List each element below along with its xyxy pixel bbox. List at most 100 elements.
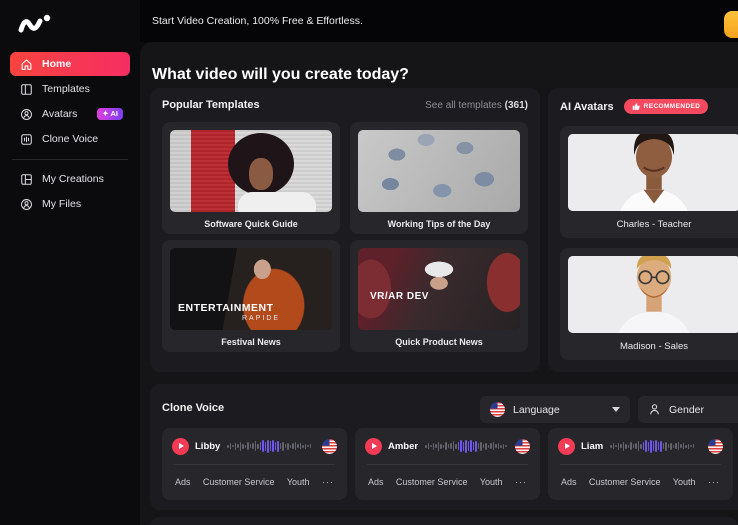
voice-row: Libby [162,428,347,464]
more-tags-icon[interactable]: ··· [515,477,527,487]
audio-waveform [425,439,508,453]
clone-voice-panel: Clone Voice Language Gender Libby [150,384,738,510]
sidebar-nav: Home Templates Avatars ✦ AI [0,52,140,217]
avatar-caption: Madison - Sales [568,341,738,352]
thumbnail-overlay-subtext: RAPIDE [242,315,280,322]
voice-tags: Ads Customer Service Youth ··· [162,465,347,499]
sidebar-item-label: Clone Voice [42,133,98,145]
language-dropdown-label: Language [513,404,560,416]
play-button[interactable] [558,438,575,455]
voice-row: Liam [548,428,733,464]
sidebar-item-label: My Creations [42,173,104,185]
page-title: What video will you create today? [152,66,409,84]
avatar-caption: Charles - Teacher [568,219,738,230]
thumbnail-overlay-text: ENTERTAINMENT [178,302,274,314]
audio-waveform [227,439,315,453]
ai-feature-badge: ✦ AI [97,108,123,120]
gender-dropdown-label: Gender [669,404,704,416]
templates-icon [20,83,33,96]
voice-card-liam[interactable]: Liam Ads Customer Service Youth ··· [548,428,733,500]
play-icon [565,443,570,449]
see-all-label: See all templates [425,100,502,111]
sidebar-item-label: My Files [42,198,81,210]
app-logo[interactable] [15,9,55,37]
next-section-panel [150,517,738,525]
us-flag-icon [708,439,723,454]
clone-voice-title: Clone Voice [162,402,224,414]
sidebar-item-templates[interactable]: Templates [10,77,130,101]
language-dropdown[interactable]: Language [480,396,630,423]
home-icon [20,58,33,71]
ai-avatars-header: AI Avatars RECOMMENDED [548,88,738,114]
ai-avatars-title: AI Avatars [560,101,614,113]
see-all-templates-link[interactable]: See all templates (361) [425,100,528,111]
avatar-card-madison[interactable]: Madison - Sales [560,248,738,360]
thumbnail-overlay-text: VR/AR DEV [370,291,429,302]
voice-tag: Ads [561,477,577,487]
popular-templates-title: Popular Templates [162,99,260,111]
us-flag-icon [515,439,530,454]
audio-waveform [610,439,701,453]
templates-count: (361) [505,100,528,111]
template-thumbnail: ENTERTAINMENT RAPIDE [170,248,332,330]
voice-name: Liam [581,441,603,452]
template-card-working-tips[interactable]: Working Tips of the Day [350,122,528,234]
voice-card-libby[interactable]: Libby Ads Customer Service Youth ··· [162,428,347,500]
avatar-illustration-charles [568,134,738,211]
sidebar: Home Templates Avatars ✦ AI [0,0,140,525]
sidebar-item-label: Home [42,58,71,70]
play-button[interactable] [365,438,382,455]
voice-tag: Ads [175,477,191,487]
promo-cta-button[interactable] [724,11,738,38]
app-window: Home Templates Avatars ✦ AI [0,0,738,525]
voice-tag: Customer Service [396,477,468,487]
sidebar-item-my-creations[interactable]: My Creations [10,167,130,191]
recommended-badge: RECOMMENDED [624,99,709,114]
us-flag-icon [322,439,337,454]
sidebar-item-home[interactable]: Home [10,52,130,76]
avatar-illustration-madison [568,256,738,333]
voice-tag: Ads [368,477,384,487]
template-card-software-quick-guide[interactable]: Software Quick Guide [162,122,340,234]
topbar: Start Video Creation, 100% Free & Effort… [140,0,738,42]
template-caption: Working Tips of the Day [358,219,520,229]
sidebar-item-clone-voice[interactable]: Clone Voice [10,127,130,151]
us-flag-icon [490,402,505,417]
sidebar-item-my-files[interactable]: My Files [10,192,130,216]
template-caption: Software Quick Guide [170,219,332,229]
creations-icon [20,173,33,186]
popular-templates-panel: Popular Templates See all templates (361… [150,88,540,372]
voice-tag: Youth [673,477,696,487]
logo-wave-icon [15,9,55,37]
main-content: What video will you create today? Popula… [140,42,738,525]
more-tags-icon[interactable]: ··· [708,477,720,487]
recommended-label: RECOMMENDED [644,103,701,110]
avatar-image [568,256,738,333]
sidebar-item-label: Templates [42,83,90,95]
template-caption: Quick Product News [358,337,520,347]
voice-name: Libby [195,441,220,452]
gender-dropdown[interactable]: Gender [638,396,738,423]
voice-equalizer-icon [20,133,33,146]
files-icon [20,198,33,211]
thumbnail-figure [249,158,273,190]
voice-row: Amber [355,428,540,464]
voice-tag: Youth [480,477,503,487]
avatar-image [568,134,738,211]
promo-text: Start Video Creation, 100% Free & Effort… [152,0,363,42]
voice-tag: Customer Service [203,477,275,487]
voice-tag: Youth [287,477,310,487]
template-card-quick-product-news[interactable]: VR/AR DEV Quick Product News [350,240,528,352]
play-button[interactable] [172,438,189,455]
ai-avatars-panel: AI Avatars RECOMMENDED [548,88,738,372]
template-thumbnail: VR/AR DEV [358,248,520,330]
sidebar-item-label: Avatars [42,108,77,120]
sidebar-divider [12,159,128,160]
avatar-card-charles[interactable]: Charles - Teacher [560,126,738,238]
avatars-icon [20,108,33,121]
voice-card-amber[interactable]: Amber Ads Customer Service Youth ··· [355,428,540,500]
more-tags-icon[interactable]: ··· [322,477,334,487]
template-card-festival-news[interactable]: ENTERTAINMENT RAPIDE Festival News [162,240,340,352]
template-caption: Festival News [170,337,332,347]
sidebar-item-avatars[interactable]: Avatars ✦ AI [10,102,130,126]
